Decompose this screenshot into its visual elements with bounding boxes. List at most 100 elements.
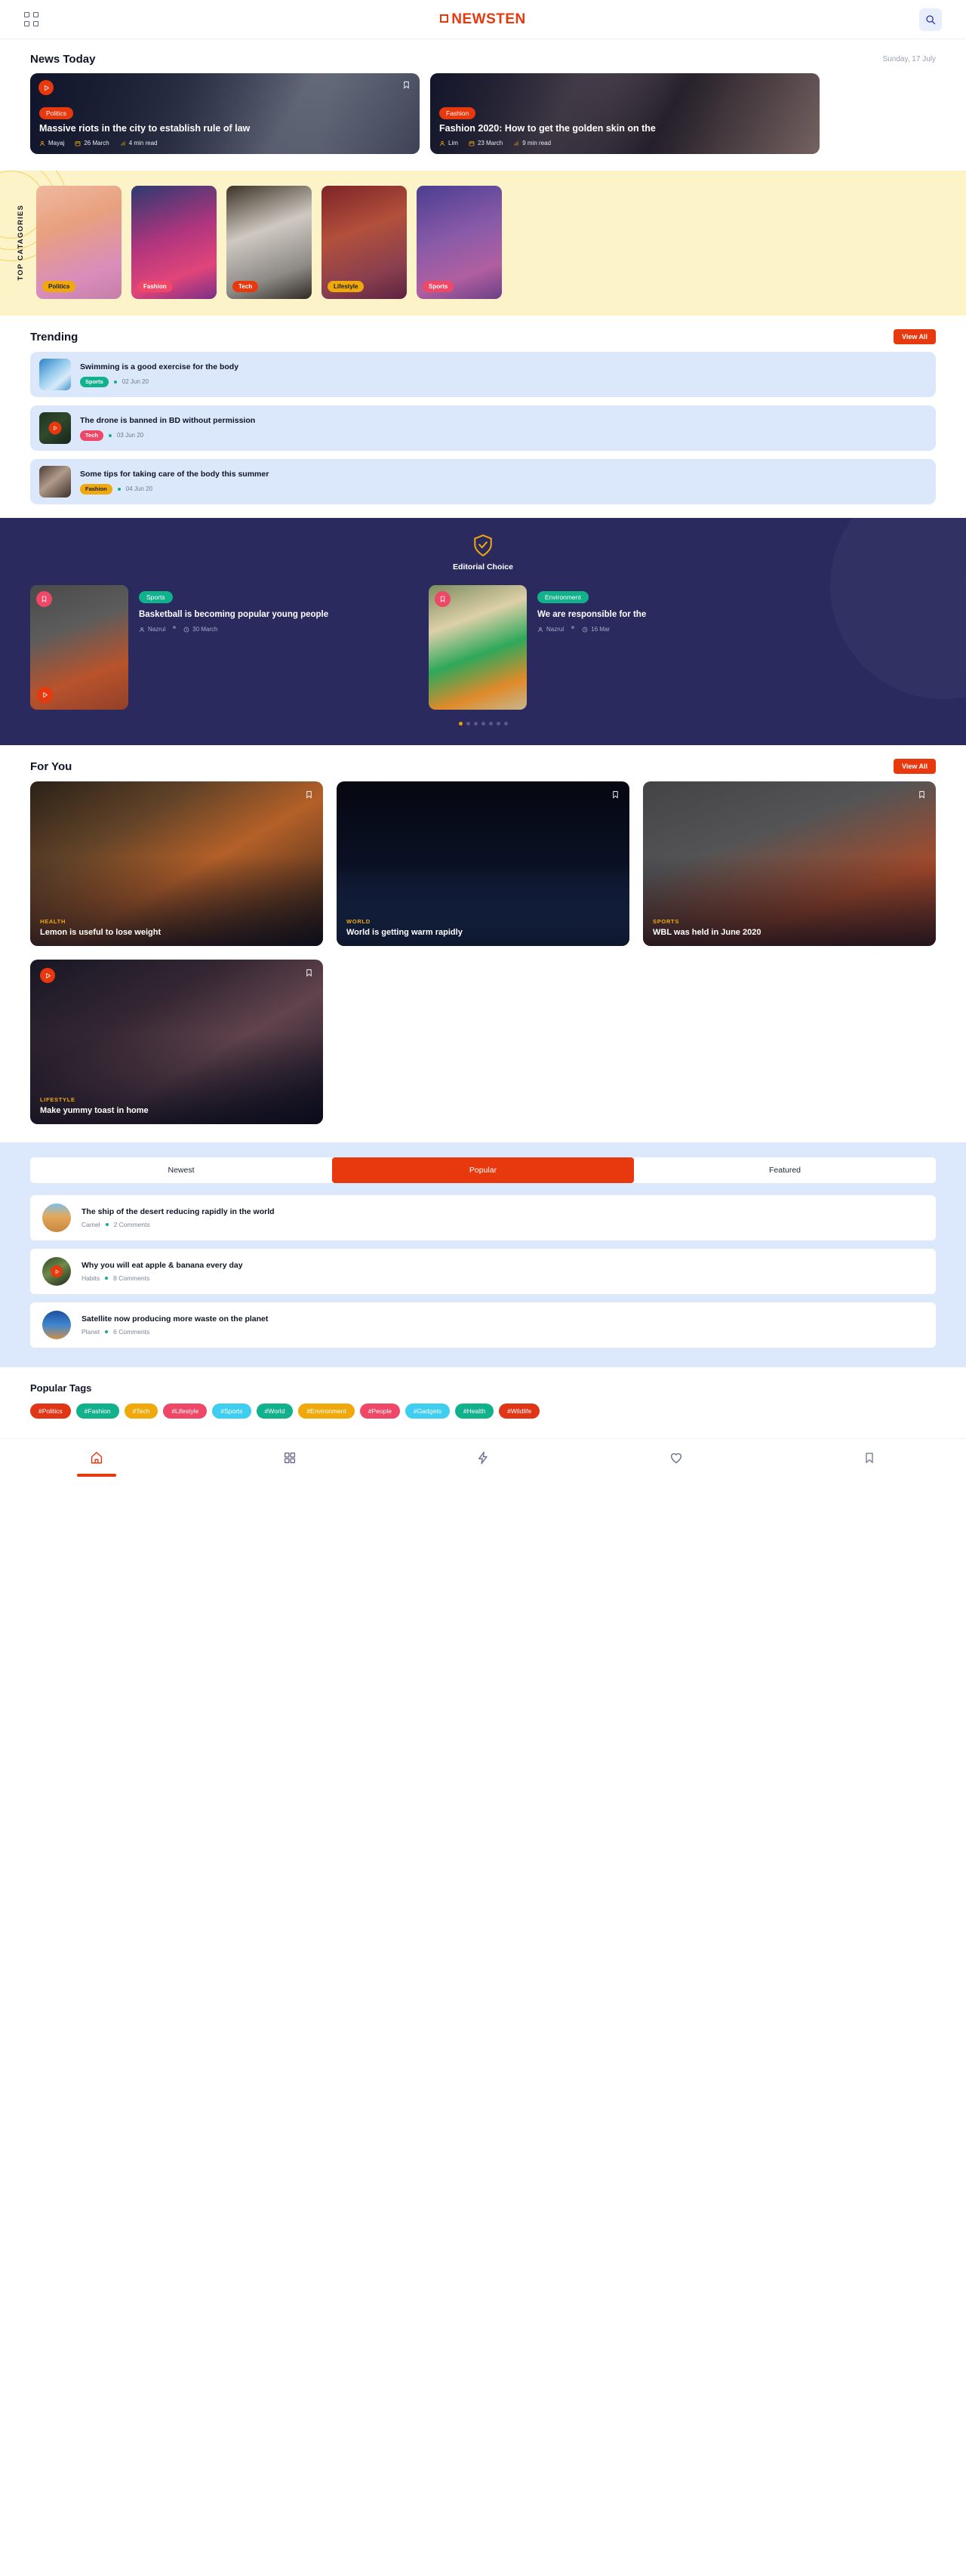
editorial-thumbnail: [30, 585, 128, 710]
tag-chip[interactable]: #Gadgets: [405, 1404, 450, 1419]
publish-date: 16 Mar: [591, 626, 611, 633]
thumbnail-image: [39, 466, 71, 498]
tag-chip[interactable]: #World: [256, 1404, 294, 1419]
category-badge[interactable]: Politics: [39, 107, 73, 120]
for-you-grid: HEALTH Lemon is useful to lose weight WO…: [0, 781, 966, 1142]
trending-list: Swimming is a good exercise for the body…: [0, 352, 966, 518]
editorial-card[interactable]: Sports Basketball is becoming popular yo…: [30, 585, 415, 710]
grid-menu-icon[interactable]: [24, 11, 39, 27]
tag-chip[interactable]: #Lifestyle: [163, 1404, 208, 1419]
play-button[interactable]: [48, 421, 62, 435]
carousel-dot[interactable]: [496, 722, 500, 726]
brand-name: NEWSTEN: [451, 11, 526, 27]
author-meta: Nazrul: [139, 626, 165, 633]
category-badge[interactable]: Sports: [139, 591, 173, 603]
tab-featured[interactable]: Featured: [634, 1157, 936, 1183]
nav-item-home[interactable]: [51, 1451, 142, 1477]
category-card[interactable]: Lifestyle: [321, 186, 407, 299]
play-button[interactable]: [51, 1265, 63, 1277]
tag-chip[interactable]: #Health: [454, 1404, 494, 1419]
bookmark-button[interactable]: [36, 591, 52, 607]
carousel-dot[interactable]: [473, 722, 478, 726]
user-icon: [139, 627, 145, 632]
view-all-button[interactable]: View All: [893, 329, 936, 344]
category-badge[interactable]: Fashion: [439, 107, 476, 120]
list-item[interactable]: Satellite now producing more waste on th…: [30, 1302, 936, 1348]
separator-dot-icon: [108, 433, 112, 437]
category-chip[interactable]: Politics: [42, 281, 76, 292]
bookmark-button[interactable]: [611, 790, 620, 803]
tag-chip[interactable]: #Tech: [124, 1404, 158, 1419]
news-card[interactable]: Fashion Fashion 2020: How to get the gol…: [430, 73, 820, 154]
list-item[interactable]: Some tips for taking care of the body th…: [30, 459, 936, 504]
category-chip[interactable]: Sports: [423, 281, 454, 292]
calendar-icon: [75, 140, 81, 146]
category-card[interactable]: Fashion: [131, 186, 217, 299]
user-icon: [439, 140, 445, 146]
nav-item-favorites[interactable]: [631, 1451, 721, 1477]
separator-dot-icon: [105, 1330, 109, 1333]
news-card[interactable]: Politics Massive riots in the city to es…: [30, 73, 420, 154]
nav-item-bookmarks[interactable]: [824, 1451, 915, 1477]
trending-title: The drone is banned in BD without permis…: [80, 415, 256, 425]
carousel-dot[interactable]: [466, 722, 470, 726]
bookmark-button[interactable]: [305, 790, 313, 803]
tab-popular[interactable]: Popular: [332, 1157, 634, 1183]
for-you-card[interactable]: LIFESTYLE Make yummy toast in home: [30, 960, 323, 1124]
for-you-card[interactable]: SPORTS WBL was held in June 2020: [643, 781, 936, 946]
tag-chip[interactable]: #Politics: [30, 1404, 71, 1419]
category-chip[interactable]: Sports: [80, 376, 109, 387]
tag-chip[interactable]: #Wildlife: [499, 1404, 540, 1419]
bookmark-icon: [440, 596, 445, 602]
editorial-carousel[interactable]: Sports Basketball is becoming popular yo…: [0, 585, 966, 710]
carousel-dot[interactable]: [458, 722, 463, 726]
list-item[interactable]: Why you will eat apple & banana every da…: [30, 1249, 936, 1294]
top-categories-carousel[interactable]: TOP CATAGORIES Politics Fashion Tech Lif…: [0, 186, 966, 299]
list-item[interactable]: The ship of the desert reducing rapidly …: [30, 1195, 936, 1240]
play-icon: [45, 972, 51, 978]
category-badge[interactable]: Environment: [537, 591, 589, 603]
trending-header: Trending View All: [0, 316, 966, 352]
category-card[interactable]: Sports: [417, 186, 502, 299]
tag-chip[interactable]: #Sports: [212, 1404, 251, 1419]
for-you-card[interactable]: WORLD World is getting warm rapidly: [337, 781, 629, 946]
tab-newest[interactable]: Newest: [30, 1157, 332, 1183]
flash-icon: [478, 1451, 488, 1465]
carousel-dot[interactable]: [481, 722, 485, 726]
readtime-meta: 9 min read: [513, 140, 551, 146]
trending-meta: Tech 03 Jun 20: [80, 430, 255, 441]
category-chip[interactable]: Lifestyle: [328, 281, 365, 292]
carousel-dot[interactable]: [488, 722, 493, 726]
play-button[interactable]: [37, 687, 53, 703]
view-all-button[interactable]: View All: [893, 759, 936, 774]
list-item[interactable]: Swimming is a good exercise for the body…: [30, 352, 936, 397]
nav-item-trending[interactable]: [438, 1451, 528, 1477]
bookmark-button[interactable]: [305, 968, 313, 981]
avatar-image: [42, 1311, 71, 1339]
avatar: [42, 1257, 71, 1286]
tag-chip[interactable]: #Environment: [298, 1404, 355, 1419]
comment-item-meta: Habits 8 Comments: [82, 1274, 243, 1282]
bookmark-button[interactable]: [435, 591, 451, 607]
for-you-card[interactable]: HEALTH Lemon is useful to lose weight: [30, 781, 323, 946]
play-button[interactable]: [40, 968, 55, 983]
heart-icon: [670, 1453, 682, 1464]
list-item[interactable]: The drone is banned in BD without permis…: [30, 405, 936, 451]
category-chip[interactable]: Fashion: [137, 281, 173, 292]
bookmark-button[interactable]: [918, 790, 926, 803]
nav-item-categories[interactable]: [245, 1451, 335, 1477]
category-chip[interactable]: Tech: [80, 430, 103, 441]
category-chip[interactable]: Fashion: [80, 483, 112, 495]
bookmark-icon: [42, 596, 47, 602]
category-card[interactable]: Tech: [226, 186, 312, 299]
carousel-dots[interactable]: [0, 722, 966, 726]
trending-meta: Sports 02 Jun 20: [80, 376, 238, 387]
news-today-carousel[interactable]: Politics Massive riots in the city to es…: [0, 73, 966, 171]
category-chip[interactable]: Tech: [232, 281, 259, 292]
search-button[interactable]: [919, 8, 942, 31]
tag-chip[interactable]: #People: [359, 1404, 400, 1419]
carousel-dot[interactable]: [503, 722, 508, 726]
category-card[interactable]: Politics: [36, 186, 122, 299]
editorial-card[interactable]: Environment We are responsible for the N…: [429, 585, 814, 710]
tag-chip[interactable]: #Fashion: [75, 1404, 119, 1419]
